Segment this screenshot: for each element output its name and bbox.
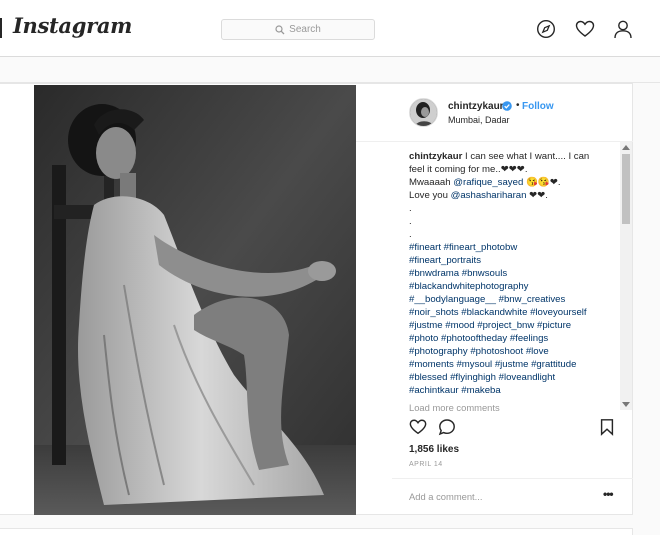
caption-line: chintzykaur I can see what I want.... I … bbox=[409, 150, 623, 163]
avatar-image bbox=[410, 99, 437, 126]
hashtag-link[interactable]: #noir_shots #blackandwhite #loveyourself bbox=[409, 307, 587, 318]
more-options-button[interactable]: ••• bbox=[603, 487, 614, 501]
scroll-down-arrow-icon[interactable] bbox=[622, 402, 630, 407]
caption-line: Mwaaaah @rafique_sayed 😘😘❤. bbox=[409, 176, 623, 189]
post-location[interactable]: Mumbai, Dadar bbox=[448, 115, 510, 125]
caption-line: . bbox=[409, 202, 623, 215]
caption-line: feel it coming for me..❤❤❤. bbox=[409, 163, 623, 176]
hashtag-link[interactable]: #fineart #fineart_photobw bbox=[409, 242, 517, 253]
hashtag-link[interactable]: #achintkaur #makeba bbox=[409, 385, 501, 396]
caption-line: #photography #photoshoot #love bbox=[409, 345, 623, 358]
instagram-logo[interactable]: Instagram bbox=[13, 13, 132, 38]
caption-line: #blackandwhitephotography bbox=[409, 280, 623, 293]
hashtag-link[interactable]: #bnwdrama #bnwsouls bbox=[409, 268, 507, 279]
caption-line: #blessed #flyinghigh #loveandlight bbox=[409, 371, 623, 384]
top-nav-bar: Instagram Search bbox=[0, 0, 660, 57]
caption-line: Love you @ashashariharan ❤❤. bbox=[409, 189, 623, 202]
post-date: APRIL 14 bbox=[409, 461, 443, 468]
caption-text: . bbox=[409, 203, 412, 214]
post-header: chintzykaur • Follow Mumbai, Dadar bbox=[356, 84, 633, 142]
search-input[interactable]: Search bbox=[221, 19, 375, 40]
caption-username[interactable]: chintzykaur bbox=[409, 151, 462, 162]
caption-text: Mwaaaah bbox=[409, 177, 454, 188]
caption-line: #bnwdrama #bnwsouls bbox=[409, 267, 623, 280]
photo-illustration bbox=[34, 85, 356, 515]
post-side-panel: chintzykaur • Follow Mumbai, Dadar chint… bbox=[356, 84, 633, 516]
caption-text: ❤❤. bbox=[526, 190, 548, 201]
caption-line: #photo #photooftheday #feelings bbox=[409, 332, 623, 345]
caption-line: #__bodylanguage__ #bnw_creatives bbox=[409, 293, 623, 306]
scroll-up-arrow-icon[interactable] bbox=[622, 145, 630, 150]
hashtag-link[interactable]: #__bodylanguage__ #bnw_creatives bbox=[409, 294, 565, 305]
comment-bubble-icon[interactable] bbox=[438, 418, 456, 436]
hashtag-link[interactable]: @rafique_sayed bbox=[453, 177, 523, 188]
post-photo[interactable] bbox=[34, 85, 356, 515]
heart-icon[interactable] bbox=[575, 19, 595, 39]
profile-icon[interactable] bbox=[613, 19, 633, 39]
post-username[interactable]: chintzykaur bbox=[448, 101, 504, 112]
avatar[interactable] bbox=[409, 98, 438, 127]
hashtag-link[interactable]: #photography #photoshoot #love bbox=[409, 346, 549, 357]
hashtag-link[interactable]: #blackandwhitephotography bbox=[409, 281, 528, 292]
load-more-comments[interactable]: Load more comments bbox=[409, 402, 500, 413]
caption-line: #achintkaur #makeba bbox=[409, 384, 623, 397]
hashtag-link[interactable]: #moments #mysoul #justme #grattitude bbox=[409, 359, 576, 370]
post-actions bbox=[409, 418, 623, 440]
hashtag-link[interactable]: #fineart_portraits bbox=[409, 255, 481, 266]
caption-line: #justme #mood #project_bnw #picture bbox=[409, 319, 623, 332]
caption-comments: chintzykaur I can see what I want.... I … bbox=[409, 150, 623, 414]
compass-icon[interactable] bbox=[536, 19, 556, 39]
logo-divider bbox=[0, 18, 2, 38]
caption-line: #fineart #fineart_photobw bbox=[409, 241, 623, 254]
next-post-card bbox=[0, 528, 633, 535]
caption-text: feel it coming for me..❤❤❤. bbox=[409, 164, 528, 175]
scrollbar-thumb[interactable] bbox=[622, 154, 630, 224]
caption-text: 😘😘❤. bbox=[523, 177, 561, 188]
caption-text: I can see what I want.... I can bbox=[462, 151, 590, 162]
like-heart-icon[interactable] bbox=[409, 418, 427, 436]
hashtag-link[interactable]: #justme #mood #project_bnw #picture bbox=[409, 320, 571, 331]
separator-dot: • bbox=[516, 100, 520, 111]
hashtag-link[interactable]: @ashashariharan bbox=[451, 190, 527, 201]
post-card: chintzykaur • Follow Mumbai, Dadar chint… bbox=[0, 83, 633, 515]
caption-text: . bbox=[409, 216, 412, 227]
caption-line: #moments #mysoul #justme #grattitude bbox=[409, 358, 623, 371]
bookmark-icon[interactable] bbox=[598, 418, 616, 436]
follow-button[interactable]: Follow bbox=[522, 101, 554, 112]
hashtag-link[interactable]: #photo #photooftheday #feelings bbox=[409, 333, 548, 344]
caption-line: #fineart_portraits bbox=[409, 254, 623, 267]
add-comment-section: Add a comment... ••• bbox=[392, 478, 633, 516]
verified-badge-icon bbox=[502, 101, 512, 111]
add-comment-input[interactable]: Add a comment... bbox=[409, 491, 482, 502]
caption-line: #noir_shots #blackandwhite #loveyourself bbox=[409, 306, 623, 319]
comments-scrollbar[interactable] bbox=[620, 142, 632, 410]
caption-text: Love you bbox=[409, 190, 451, 201]
search-icon bbox=[275, 24, 285, 34]
like-count[interactable]: 1,856 likes bbox=[409, 444, 459, 455]
caption-text: . bbox=[409, 229, 412, 240]
caption-line: . bbox=[409, 215, 623, 228]
search-placeholder: Search bbox=[289, 24, 321, 35]
caption-line: . bbox=[409, 228, 623, 241]
hashtag-link[interactable]: #blessed #flyinghigh #loveandlight bbox=[409, 372, 555, 383]
